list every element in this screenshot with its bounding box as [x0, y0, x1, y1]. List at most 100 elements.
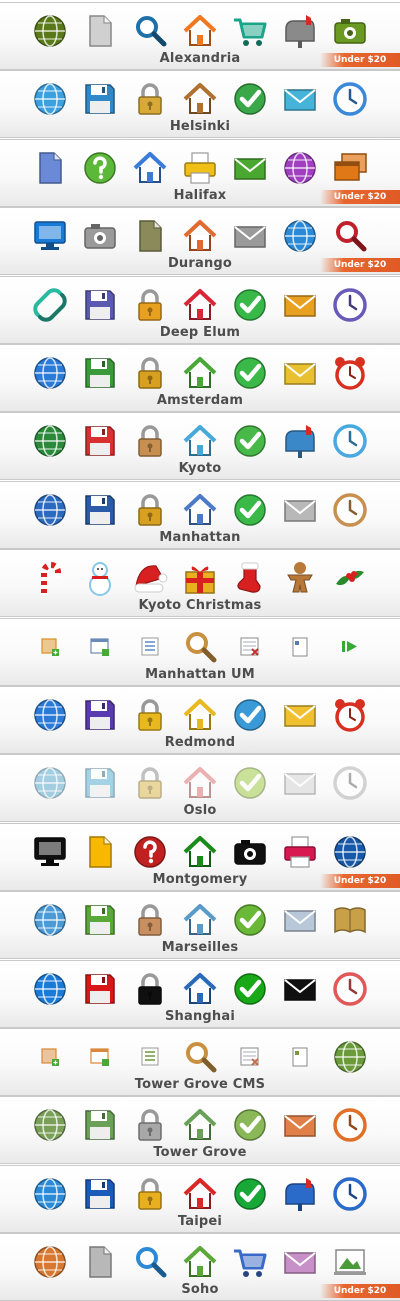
calendar-delete-icon	[230, 1037, 270, 1077]
floppy-disk-icon	[80, 969, 120, 1009]
price-badge: Under $20	[320, 189, 400, 204]
icon-row	[0, 1174, 400, 1214]
lock-icon	[130, 1105, 170, 1145]
lock-icon	[130, 421, 170, 461]
icon-set-name: Marseilles	[161, 940, 239, 956]
icon-row	[0, 695, 400, 735]
icon-set-row[interactable]: Tower Grove	[0, 1096, 400, 1165]
mail-icon	[230, 216, 270, 256]
home-icon	[180, 79, 220, 119]
icon-set-row[interactable]: Halifax Under $20	[0, 138, 400, 207]
camera-icon	[330, 11, 370, 51]
lock-icon	[130, 490, 170, 530]
checkmark-icon	[230, 421, 270, 461]
clock-icon	[330, 969, 370, 1009]
help-icon	[80, 148, 120, 188]
icon-set-row[interactable]: Montgomery Under $20	[0, 822, 400, 891]
clock-icon	[330, 1105, 370, 1145]
search-icon	[180, 1037, 220, 1077]
icon-row	[0, 490, 400, 530]
icon-set-row[interactable]: Redmond	[0, 686, 400, 754]
icon-set-row[interactable]: Tower Grove CMS	[0, 1028, 400, 1096]
icon-set-row[interactable]: Durango Under $20	[0, 207, 400, 276]
floppy-disk-icon	[80, 285, 120, 325]
printer-icon	[280, 832, 320, 872]
icon-row	[0, 900, 400, 940]
home-icon	[180, 421, 220, 461]
globe-icon	[30, 353, 70, 393]
icon-set-list: Alexandria Under $20 Helsinki Halifax Under …	[0, 0, 400, 1301]
icon-set-name: Taipei	[177, 1213, 223, 1229]
floppy-disk-icon	[80, 79, 120, 119]
home-icon	[180, 285, 220, 325]
stocking-icon	[230, 558, 270, 598]
home-icon	[180, 763, 220, 803]
globe-icon	[330, 832, 370, 872]
icon-set-row[interactable]: Deep Elum	[0, 275, 400, 344]
home-icon	[180, 1105, 220, 1145]
price-badge: Under $20	[320, 873, 400, 888]
document-icon	[80, 1242, 120, 1282]
icon-set-row[interactable]: Oslo	[0, 754, 400, 823]
icon-set-row[interactable]: Alexandria Under $20	[0, 2, 400, 70]
home-icon	[180, 216, 220, 256]
price-badge: Under $20	[320, 258, 400, 273]
globe-icon	[30, 969, 70, 1009]
home-icon	[180, 695, 220, 735]
globe-icon	[30, 1105, 70, 1145]
printer-icon	[180, 148, 220, 188]
add-icon	[30, 627, 70, 667]
mail-icon	[280, 695, 320, 735]
document-icon	[80, 11, 120, 51]
icon-row	[0, 969, 400, 1009]
book-icon	[330, 900, 370, 940]
add-icon	[30, 1037, 70, 1077]
floppy-disk-icon	[80, 1174, 120, 1214]
home-icon	[180, 969, 220, 1009]
icon-row	[0, 1105, 400, 1145]
home-icon	[180, 900, 220, 940]
icon-set-row[interactable]: Marseilles	[0, 891, 400, 960]
home-icon	[180, 1242, 220, 1282]
icon-set-row[interactable]: Helsinki	[0, 70, 400, 139]
shopping-cart-icon	[230, 1242, 270, 1282]
icon-set-row[interactable]: Kyoto Christmas	[0, 549, 400, 618]
icon-row	[0, 79, 400, 119]
candy-cane-icon	[30, 558, 70, 598]
icon-set-row[interactable]: Manhattan UM	[0, 617, 400, 686]
icon-row	[0, 832, 400, 872]
icon-set-row[interactable]: Kyoto	[0, 412, 400, 481]
mail-icon	[280, 490, 320, 530]
icon-set-row[interactable]: Taipei	[0, 1164, 400, 1233]
globe-icon	[30, 763, 70, 803]
windows-icon	[330, 148, 370, 188]
clock-icon	[330, 79, 370, 119]
mail-icon	[280, 285, 320, 325]
search-icon	[130, 1242, 170, 1282]
icon-set-name: Redmond	[164, 735, 236, 750]
icon-set-row[interactable]: Shanghai	[0, 959, 400, 1028]
icon-set-row[interactable]: Amsterdam	[0, 344, 400, 412]
monitor-icon	[30, 216, 70, 256]
icon-set-name: Manhattan UM	[145, 666, 255, 682]
checkmark-icon	[230, 1174, 270, 1214]
calendar-delete-icon	[230, 627, 270, 667]
page-icon	[280, 1037, 320, 1077]
globe-icon	[30, 79, 70, 119]
clock-icon	[330, 285, 370, 325]
icon-set-name: Manhattan	[159, 529, 241, 545]
price-badge: Under $20	[320, 1284, 400, 1299]
icon-set-row[interactable]: Manhattan	[0, 480, 400, 549]
icon-set-name: Tower Grove	[153, 1145, 247, 1161]
globe-icon	[30, 421, 70, 461]
icon-set-name: Shanghai	[164, 1008, 236, 1024]
checkmark-icon	[230, 695, 270, 735]
icon-row	[0, 1242, 400, 1282]
icon-row	[0, 627, 400, 667]
icon-set-row[interactable]: Soho Under $20	[0, 1233, 400, 1301]
alarm-clock-icon	[330, 695, 370, 735]
icon-row	[0, 1037, 400, 1077]
search-icon	[180, 627, 220, 667]
home-icon	[180, 1174, 220, 1214]
clock-icon	[330, 421, 370, 461]
